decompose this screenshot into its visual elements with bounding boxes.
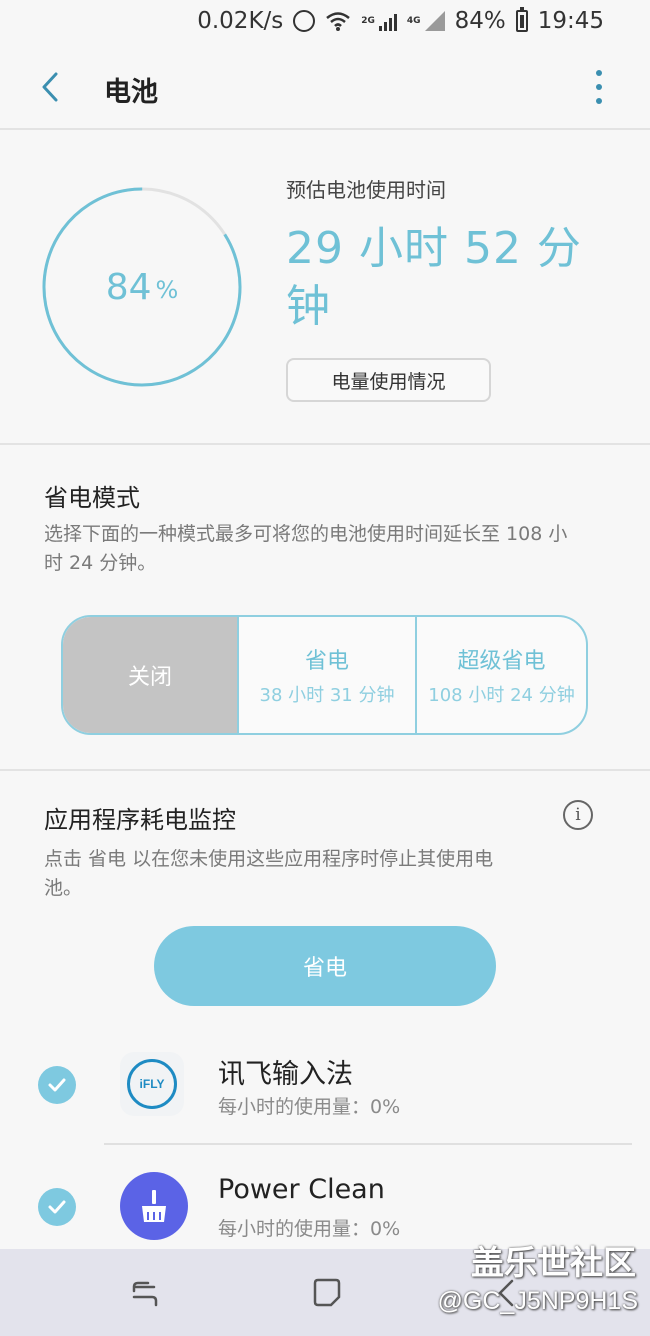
app-monitor-description: 点击 省电 以在您未使用这些应用程序时停止其使用电池。: [44, 848, 494, 899]
battery-percent: 84%: [454, 8, 506, 34]
page-title: 电池: [104, 77, 158, 108]
info-icon[interactable]: i: [563, 800, 593, 830]
save-power-button[interactable]: 省电: [154, 926, 496, 1006]
watermark-title: 盖乐世社区: [471, 1243, 636, 1282]
power-clean-app-icon: [120, 1172, 188, 1240]
ifly-app-icon: iFLY: [120, 1052, 184, 1116]
mode-ultra-saving-duration: 108 小时 24 分钟: [428, 685, 575, 706]
clock: 19:45: [537, 8, 604, 34]
app-usage: 每小时的使用量：0%: [218, 1096, 401, 1118]
app-bar: 电池: [0, 46, 650, 128]
ifly-logo: iFLY: [127, 1059, 177, 1109]
network-2g-label: 2G: [361, 16, 375, 26]
status-bar: 0.02K/s 2G 4G 84% 19:45: [0, 0, 650, 46]
signal-icon: [378, 11, 397, 31]
network-4g-label: 4G: [406, 16, 421, 26]
back-arrow-icon[interactable]: [36, 70, 68, 104]
app-usage: 每小时的使用量：0%: [218, 1218, 401, 1240]
mode-power-saving-option[interactable]: 省电 38 小时 31 分钟: [237, 617, 415, 733]
checkbox-checked-icon[interactable]: [38, 1066, 76, 1104]
net-speed: 0.02K/s: [197, 8, 284, 34]
divider: [0, 128, 650, 130]
alarm-icon: [293, 10, 316, 32]
estimate-label: 预估电池使用时间: [286, 178, 446, 202]
battery-usage-button[interactable]: 电量使用情况: [286, 358, 491, 402]
checkbox-checked-icon[interactable]: [38, 1188, 76, 1226]
app-monitor-title: 应用程序耗电监控: [44, 806, 236, 834]
battery-level-unit: %: [155, 276, 179, 304]
power-saving-description: 选择下面的一种模式最多可将您的电池使用时间延长至 108 小时 24 分钟。: [44, 523, 568, 574]
status-icons: 0.02K/s 2G 4G 84% 19:45: [197, 7, 604, 34]
mode-ultra-saving-option[interactable]: 超级省电 108 小时 24 分钟: [415, 617, 586, 733]
mode-power-saving-label: 省电: [304, 649, 349, 674]
app-list-item[interactable]: iFLY 讯飞输入法 每小时的使用量：0%: [0, 1030, 650, 1140]
mode-off-label: 关闭: [127, 665, 172, 690]
recent-apps-icon[interactable]: [130, 1279, 160, 1309]
broom-icon: [142, 1190, 166, 1222]
more-vertical-icon[interactable]: [594, 70, 604, 104]
mode-ultra-saving-label: 超级省电: [457, 649, 546, 674]
mode-power-saving-duration: 38 小时 31 分钟: [259, 685, 395, 706]
list-divider: [104, 1143, 632, 1145]
mode-off-option[interactable]: 关闭: [63, 617, 237, 733]
divider: [0, 443, 650, 445]
power-mode-selector: 关闭 省电 38 小时 31 分钟 超级省电 108 小时 24 分钟: [61, 615, 588, 735]
power-saving-title: 省电模式: [44, 484, 140, 512]
battery-level-text: 84 %: [42, 187, 242, 387]
wifi-icon: [326, 12, 351, 31]
app-name: Power Clean: [218, 1174, 385, 1205]
signal-4g-icon: [424, 11, 445, 31]
home-icon[interactable]: [311, 1277, 343, 1309]
watermark-user: @GC_J5NP9H1S: [437, 1287, 638, 1315]
battery-icon: [515, 7, 528, 32]
estimate-value: 29 小时 52 分钟: [286, 223, 582, 332]
battery-level-value: 84: [105, 266, 152, 308]
app-name: 讯飞输入法: [218, 1059, 353, 1090]
divider: [0, 769, 650, 771]
